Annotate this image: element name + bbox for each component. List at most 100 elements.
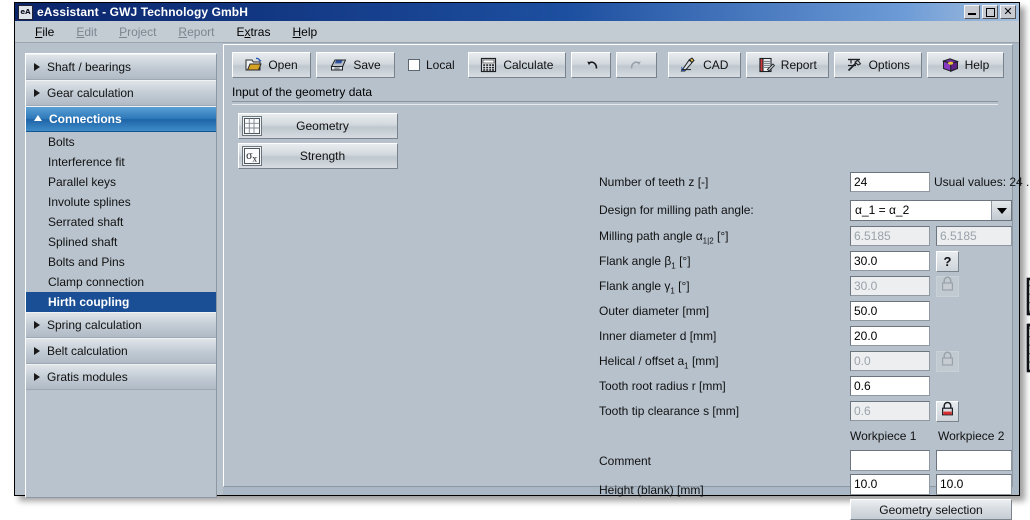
chevron-up-icon xyxy=(34,115,42,121)
workpiece-1-header: Workpiece 1 xyxy=(850,429,916,443)
geometry-mode-button[interactable]: Geometry xyxy=(238,113,398,139)
geometry-selection-button[interactable]: Geometry selection xyxy=(850,499,1012,520)
chevron-right-icon xyxy=(34,89,40,97)
label-height-blank: Height (blank) [mm] xyxy=(599,483,704,497)
strength-mode-button[interactable]: σ x Strength xyxy=(238,143,398,169)
comment-input-workpiece-2[interactable] xyxy=(936,450,1012,471)
number-of-teeth-input[interactable]: 24 xyxy=(850,172,930,192)
cad-drafting-icon xyxy=(680,57,697,73)
sidebar-item-bolts-and-pins[interactable]: Bolts and Pins xyxy=(26,252,216,272)
lock-open-icon xyxy=(940,276,955,297)
sidebar-group-gear-calculation[interactable]: Gear calculation xyxy=(26,80,216,106)
options-button[interactable]: Options xyxy=(834,52,922,78)
sidebar-item-involute-splines[interactable]: Involute splines xyxy=(26,192,216,212)
height-input-workpiece-2[interactable]: 10.0 xyxy=(936,474,1012,495)
redo-button[interactable] xyxy=(616,52,656,78)
tooth-tip-clearance-input[interactable]: 0.6 xyxy=(850,401,930,421)
open-button[interactable]: Open xyxy=(232,52,311,78)
sidebar-group-label: Belt calculation xyxy=(47,344,128,358)
flank-angle-help-button[interactable]: ? xyxy=(936,251,959,272)
label-helical-offset: Helical / offset a1 [mm] xyxy=(599,354,719,370)
sidebar-group-gratis-modules[interactable]: Gratis modules xyxy=(26,364,216,390)
sidebar-group-belt-calculation[interactable]: Belt calculation xyxy=(26,338,216,364)
options-label: Options xyxy=(869,58,910,72)
label-number-of-teeth: Number of teeth z [-] xyxy=(599,175,708,189)
milling-path-angle-1-input[interactable]: 6.5185 xyxy=(850,226,930,246)
geometry-mode-label: Geometry xyxy=(262,119,397,133)
save-button[interactable]: Save xyxy=(316,52,395,78)
flank-angle-beta-input[interactable]: 30.0 xyxy=(850,251,930,271)
sidebar-item-label: Parallel keys xyxy=(48,175,116,189)
undo-button[interactable] xyxy=(571,52,611,78)
tooth-tip-clearance-lock-button[interactable] xyxy=(936,401,959,422)
calculate-button[interactable]: Calculate xyxy=(468,52,566,78)
sidebar-item-parallel-keys[interactable]: Parallel keys xyxy=(26,172,216,192)
sidebar-group-label: Connections xyxy=(49,112,122,126)
sidebar-item-serrated-shaft[interactable]: Serrated shaft xyxy=(26,212,216,232)
maximize-icon xyxy=(986,8,995,17)
minimize-button[interactable] xyxy=(964,5,980,19)
toolbar-separator xyxy=(662,52,663,78)
label-comment: Comment xyxy=(599,454,651,468)
sidebar-item-bolts[interactable]: Bolts xyxy=(26,132,216,152)
redo-arrow-icon xyxy=(628,57,645,73)
sidebar-group-label: Gratis modules xyxy=(47,370,128,384)
report-label: Report xyxy=(781,58,817,72)
sidebar-item-label: Splined shaft xyxy=(48,235,117,249)
report-button[interactable]: Report xyxy=(746,52,829,78)
section-title: Input of the geometry data xyxy=(232,85,1004,99)
sidebar-item-clamp-connection[interactable]: Clamp connection xyxy=(26,272,216,292)
chevron-right-icon xyxy=(34,63,40,71)
chevron-down-icon[interactable] xyxy=(991,201,1011,220)
cad-label: CAD xyxy=(703,58,728,72)
inner-diameter-input[interactable]: 20.0 xyxy=(850,326,930,346)
outer-diameter-input[interactable]: 50.0 xyxy=(850,301,930,321)
lock-closed-icon xyxy=(940,401,955,422)
flank-angle-gamma-lock-button[interactable] xyxy=(936,276,959,297)
flank-angle-gamma-input[interactable]: 30.0 xyxy=(850,276,930,296)
menu-item-extras[interactable]: Extras xyxy=(236,25,270,39)
sidebar-item-label: Hirth coupling xyxy=(48,295,129,309)
application-window: eA eAssistant - GWJ Technology GmbH ✕ Fi… xyxy=(14,2,1020,496)
maximize-button[interactable] xyxy=(982,5,998,19)
helical-offset-lock-button[interactable] xyxy=(936,351,959,372)
menu-item-file[interactable]: File xyxy=(35,25,54,39)
menu-bar: File Edit Project Report Extras Help xyxy=(15,21,1019,43)
sidebar-item-label: Bolts and Pins xyxy=(48,255,125,269)
label-milling-path-angle: Milling path angle α1|2 [°] xyxy=(599,229,728,245)
helical-offset-input[interactable]: 0.0 xyxy=(850,351,930,371)
label-flank-angle-gamma: Flank angle γ1 [°] xyxy=(599,279,690,295)
sidebar-group-shaft-bearings[interactable]: Shaft / bearings xyxy=(26,54,216,80)
milling-path-angle-2-input[interactable]: 6.5185 xyxy=(936,226,1012,246)
menu-item-report[interactable]: Report xyxy=(178,25,214,39)
title-bar: eA eAssistant - GWJ Technology GmbH ✕ xyxy=(15,3,1019,21)
sidebar-item-label: Interference fit xyxy=(48,155,125,169)
design-milling-path-angle-select[interactable]: α_1 = α_2 xyxy=(850,200,1012,221)
sidebar-item-interference-fit[interactable]: Interference fit xyxy=(26,152,216,172)
close-button[interactable]: ✕ xyxy=(1000,5,1016,19)
cad-button[interactable]: CAD xyxy=(668,52,741,78)
chevron-right-icon xyxy=(34,321,40,329)
menu-item-project[interactable]: Project xyxy=(119,25,156,39)
sidebar-item-splined-shaft[interactable]: Splined shaft xyxy=(26,232,216,252)
help-button[interactable]: Help xyxy=(927,52,1004,78)
undo-arrow-icon xyxy=(583,57,600,73)
sidebar-group-label: Spring calculation xyxy=(47,318,142,332)
menu-item-edit[interactable]: Edit xyxy=(76,25,97,39)
sidebar-group-connections[interactable]: Connections xyxy=(26,106,216,132)
strength-mode-label: Strength xyxy=(262,149,397,163)
local-checkbox[interactable] xyxy=(408,59,420,71)
label-tooth-tip-clearance: Tooth tip clearance s [mm] xyxy=(599,404,739,418)
comment-input-workpiece-1[interactable] xyxy=(850,450,930,471)
tooth-root-radius-input[interactable]: 0.6 xyxy=(850,376,930,396)
sidebar-item-label: Bolts xyxy=(48,135,75,149)
menu-item-help[interactable]: Help xyxy=(292,25,317,39)
sidebar-item-hirth-coupling[interactable]: Hirth coupling xyxy=(26,292,216,312)
local-checkbox-wrap[interactable]: Local xyxy=(400,58,463,72)
chevron-right-icon xyxy=(34,373,40,381)
window-controls: ✕ xyxy=(964,5,1017,19)
height-input-workpiece-1[interactable]: 10.0 xyxy=(850,474,930,495)
body-area: Shaft / bearings Gear calculation Connec… xyxy=(15,43,1019,495)
sidebar-group-spring-calculation[interactable]: Spring calculation xyxy=(26,312,216,338)
section-divider xyxy=(232,101,998,105)
